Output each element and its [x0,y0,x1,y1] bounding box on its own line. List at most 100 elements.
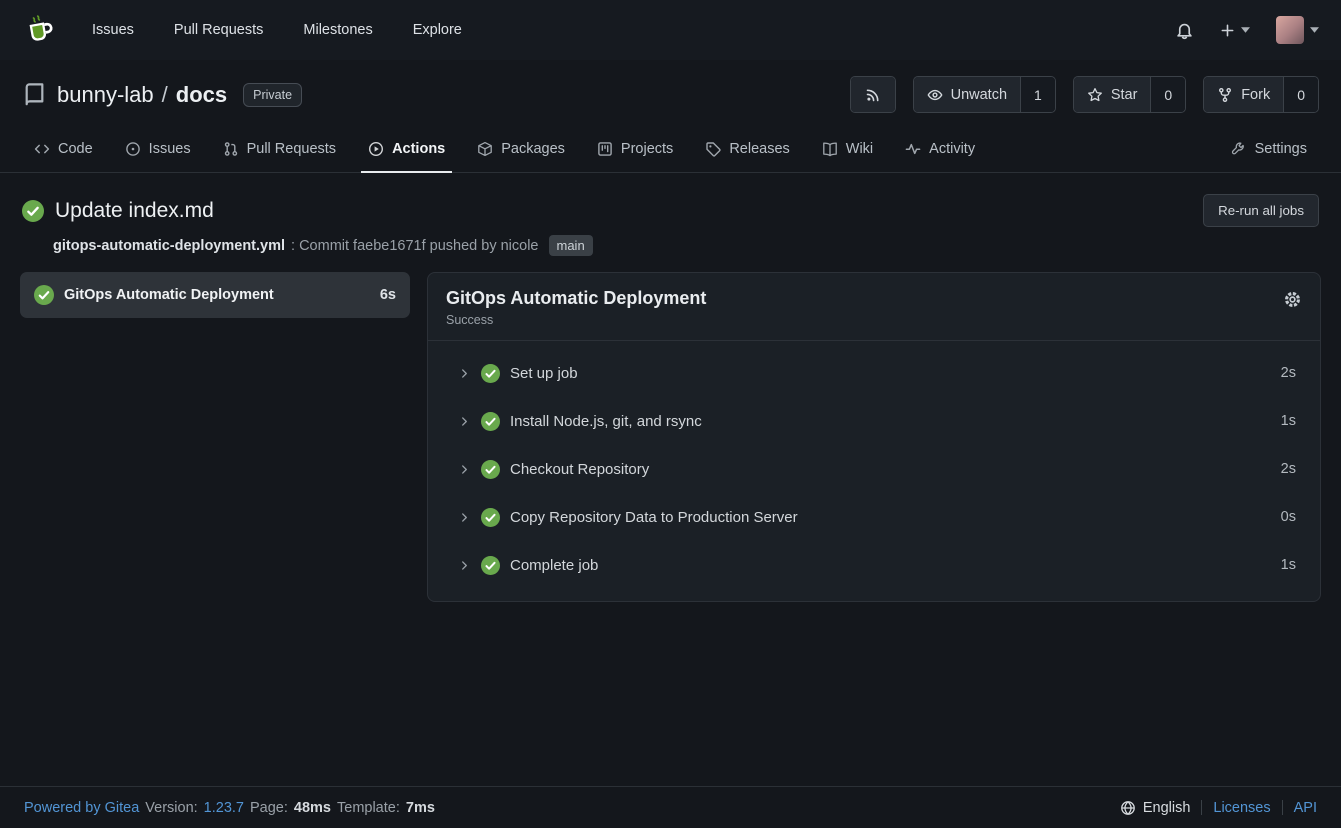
step-name: Checkout Repository [510,461,649,478]
project-board-icon [597,141,613,157]
success-check-icon [481,508,500,527]
footer-left: Powered by Gitea Version: 1.23.7 Page: 4… [24,800,435,816]
chevron-right-icon [458,511,471,524]
star-button-group: Star 0 [1073,76,1186,113]
step-duration: 1s [1281,413,1296,429]
plus-icon [1220,23,1235,38]
step-name: Install Node.js, git, and rsync [510,413,702,430]
success-check-icon [481,412,500,431]
user-menu-button[interactable] [1276,16,1319,44]
job-list: GitOps Automatic Deployment 6s [20,272,410,318]
tab-label: Releases [729,141,789,157]
repo-icon [22,82,47,107]
tab-actions[interactable]: Actions [355,125,458,172]
chevron-right-icon [458,463,471,476]
step-duration: 0s [1281,509,1296,525]
step-duration: 1s [1281,557,1296,573]
issue-icon [125,141,141,157]
rss-icon [865,87,881,103]
nav-item-milestones[interactable]: Milestones [303,22,372,38]
api-link[interactable]: API [1294,800,1317,816]
book-icon [822,141,838,157]
job-list-item[interactable]: GitOps Automatic Deployment 6s [20,272,410,318]
nav-item-explore[interactable]: Explore [413,22,462,38]
branch-badge[interactable]: main [549,235,593,256]
step-name: Complete job [510,557,598,574]
nav-item-issues[interactable]: Issues [92,22,134,38]
job-duration: 6s [380,287,396,303]
language-selector[interactable]: English [1120,800,1191,816]
powered-by-link[interactable]: Powered by Gitea [24,800,139,816]
eye-icon [927,87,943,103]
step-row[interactable]: Set up job 2s [428,349,1320,397]
log-settings-gear-icon[interactable] [1283,290,1302,309]
chevron-right-icon [458,559,471,572]
tab-code[interactable]: Code [21,125,106,172]
rerun-all-jobs-button[interactable]: Re-run all jobs [1203,194,1319,227]
star-icon [1087,87,1103,103]
run-body: GitOps Automatic Deployment 6s GitOps Au… [0,256,1341,602]
stars-count[interactable]: 0 [1150,77,1185,112]
rss-button[interactable] [851,77,895,112]
nav-item-pull-requests[interactable]: Pull Requests [174,22,263,38]
page-time-label: Page: [250,800,288,816]
job-detail-card: GitOps Automatic Deployment Success Set … [427,272,1321,602]
tab-label: Activity [929,141,975,157]
unwatch-label: Unwatch [951,87,1007,103]
fork-button[interactable]: Fork [1204,77,1283,112]
navbar-right [1175,16,1319,44]
main-nav: Issues Pull Requests Milestones Explore [92,22,462,38]
create-new-button[interactable] [1220,23,1250,38]
tab-projects[interactable]: Projects [584,125,686,172]
tab-settings[interactable]: Settings [1218,125,1320,172]
tab-wiki[interactable]: Wiki [809,125,886,172]
tab-label: Wiki [846,141,873,157]
step-row[interactable]: Checkout Repository 2s [428,445,1320,493]
tab-activity[interactable]: Activity [892,125,988,172]
top-navbar: Issues Pull Requests Milestones Explore [0,0,1341,60]
licenses-link[interactable]: Licenses [1213,800,1270,816]
template-time-label: Template: [337,800,400,816]
run-subtitle: gitops-automatic-deployment.yml : Commit… [0,227,1341,256]
job-detail-title: GitOps Automatic Deployment [446,288,1302,309]
repo-tabs: Code Issues Pull Requests Actions Packag… [0,125,1341,173]
chevron-right-icon [458,367,471,380]
code-icon [34,141,50,157]
package-icon [477,141,493,157]
run-header: Update index.md Re-run all jobs [0,173,1341,227]
globe-icon [1120,800,1136,816]
step-duration: 2s [1281,461,1296,477]
language-label: English [1143,800,1191,816]
step-name: Copy Repository Data to Production Serve… [510,509,798,526]
success-check-icon [481,556,500,575]
tag-icon [705,141,721,157]
tab-releases[interactable]: Releases [692,125,802,172]
tab-label: Actions [392,141,445,157]
star-button[interactable]: Star [1074,77,1151,112]
notifications-bell-icon[interactable] [1175,21,1194,40]
chevron-right-icon [458,415,471,428]
repo-name-link[interactable]: docs [176,82,227,108]
tab-pull-requests[interactable]: Pull Requests [210,125,349,172]
play-circle-icon [368,141,384,157]
watch-button-group: Unwatch 1 [913,76,1056,113]
gitea-logo-icon[interactable] [22,12,58,48]
step-row[interactable]: Install Node.js, git, and rsync 1s [428,397,1320,445]
tab-issues[interactable]: Issues [112,125,204,172]
workflow-file-name[interactable]: gitops-automatic-deployment.yml [53,238,285,254]
page-time-value: 48ms [294,800,331,816]
private-badge: Private [243,83,302,107]
step-name: Set up job [510,365,578,382]
forks-count[interactable]: 0 [1283,77,1318,112]
commit-info-text: : Commit faebe1671f pushed by nicole [291,238,538,254]
tab-label: Packages [501,141,565,157]
watchers-count[interactable]: 1 [1020,77,1055,112]
tab-packages[interactable]: Packages [464,125,578,172]
repo-title: bunny-lab / docs [57,82,227,108]
step-row[interactable]: Complete job 1s [428,541,1320,589]
version-link[interactable]: 1.23.7 [204,800,244,816]
repo-owner-link[interactable]: bunny-lab [57,82,154,108]
step-row[interactable]: Copy Repository Data to Production Serve… [428,493,1320,541]
fork-button-group: Fork 0 [1203,76,1319,113]
unwatch-button[interactable]: Unwatch [914,77,1020,112]
